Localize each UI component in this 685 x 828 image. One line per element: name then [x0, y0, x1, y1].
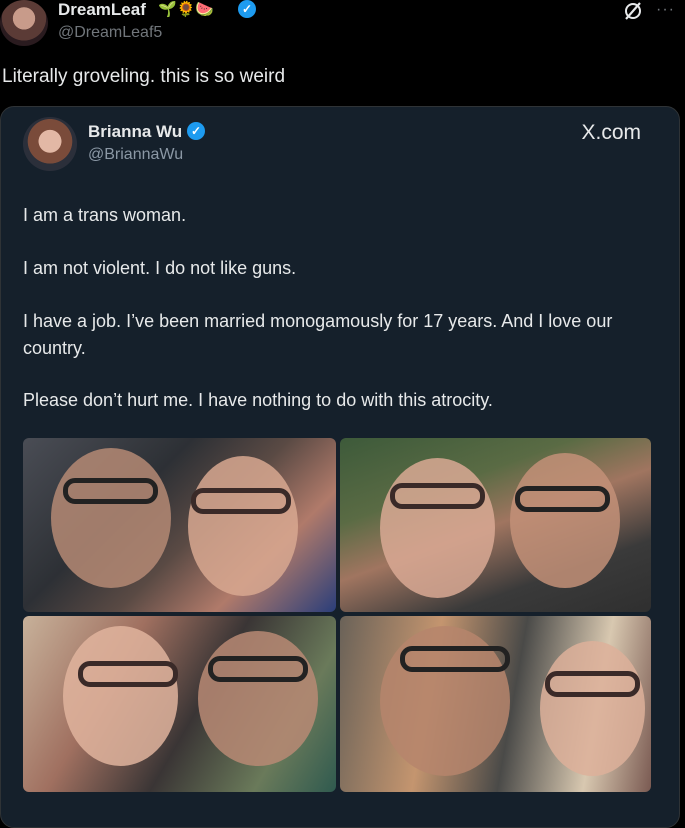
card-source-label: X.com [581, 121, 641, 144]
photo-4[interactable] [340, 616, 651, 792]
quoted-tweet-card[interactable]: Brianna Wu ✓ @BriannaWu X.com I am a tra… [0, 106, 680, 828]
quoted-paragraph: I am a trans woman. [23, 205, 187, 225]
tweet-text: Literally groveling. this is so weird [2, 66, 286, 87]
quoted-author-name[interactable]: Brianna Wu [88, 122, 182, 142]
photo-grid [23, 438, 651, 798]
author-name[interactable]: DreamLeaf [58, 0, 146, 20]
quoted-paragraph: Please don’t hurt me. I have nothing to … [23, 390, 493, 410]
verified-badge-icon: ✓ [238, 0, 256, 18]
more-options-icon[interactable]: ··· [656, 1, 675, 19]
quoted-paragraph: I have a job. I’ve been married monogamo… [23, 311, 613, 358]
author-name-emojis: 🌱🌻🍉 [158, 1, 215, 18]
photo-2[interactable] [340, 438, 651, 612]
verified-badge-icon: ✓ [187, 122, 205, 140]
photo-3[interactable] [23, 616, 336, 792]
quoted-author-handle[interactable]: @BriannaWu [88, 146, 183, 164]
quoted-avatar[interactable] [23, 117, 77, 171]
author-handle[interactable]: @DreamLeaf5 [58, 24, 162, 42]
avatar[interactable] [0, 0, 48, 46]
grok-icon[interactable] [622, 0, 644, 22]
quoted-paragraph: I am not violent. I do not like guns. [23, 258, 297, 278]
photo-1[interactable] [23, 438, 336, 612]
